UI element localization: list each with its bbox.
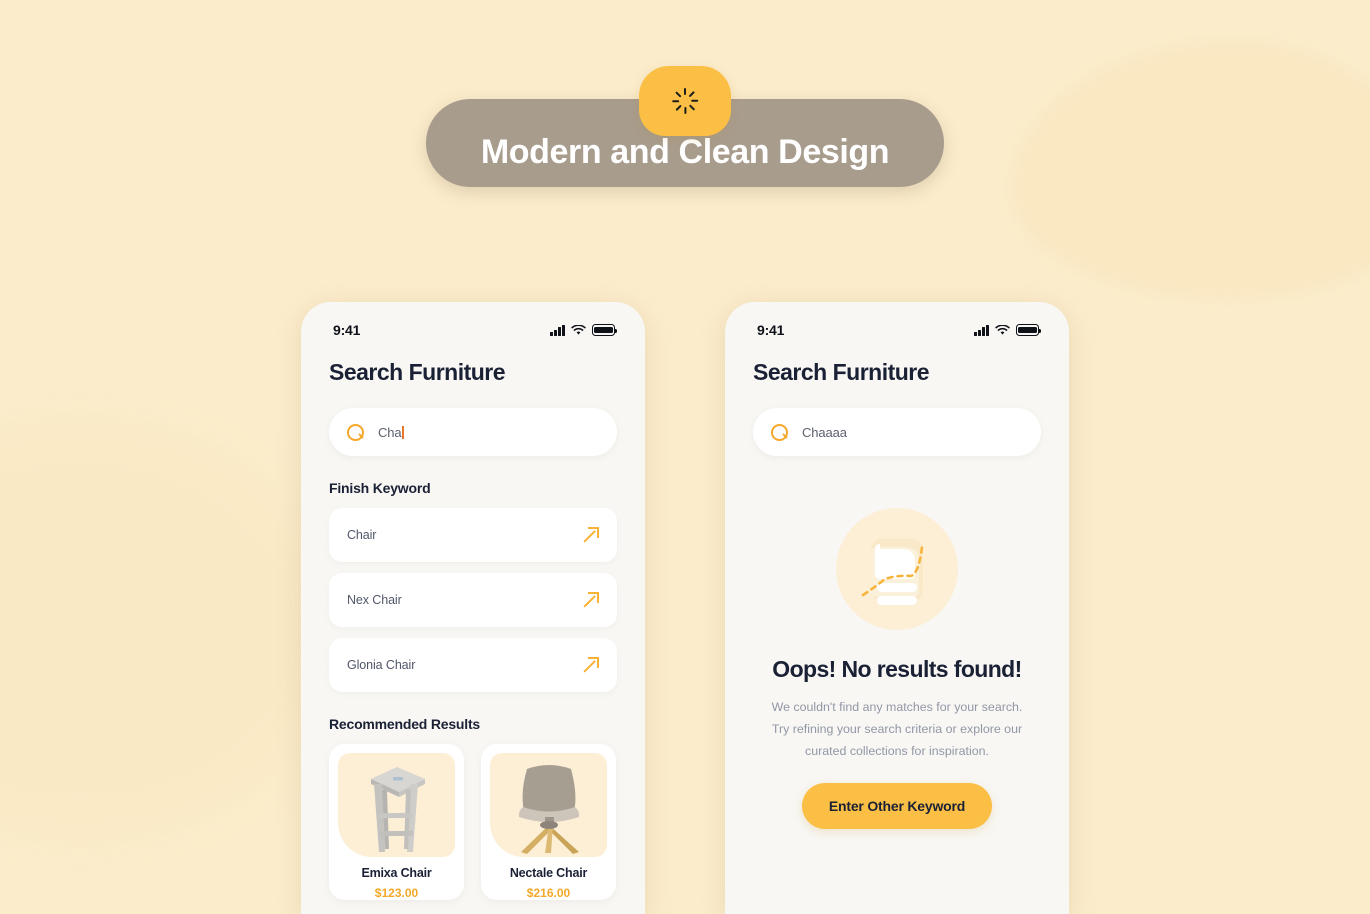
status-time: 9:41 [333, 322, 361, 338]
wifi-icon [571, 324, 586, 335]
product-price: $123.00 [374, 886, 419, 900]
search-icon [347, 423, 364, 441]
battery-full-icon [1016, 324, 1042, 336]
loading-badge [639, 66, 731, 136]
keyword-label: Nex Chair [347, 593, 402, 607]
list-item[interactable]: Chair [329, 508, 617, 562]
list-item[interactable]: Glonia Chair [329, 638, 617, 692]
search-input[interactable]: Chaaaa [753, 408, 1041, 456]
arrow-up-right-icon[interactable] [583, 592, 599, 608]
search-input[interactable]: Cha [329, 408, 617, 456]
keyword-suggestion-list: Chair Nex Chair Glonia Chair [329, 508, 617, 692]
no-results-document-icon [836, 508, 958, 630]
header-banner: Modern and Clean Design [0, 66, 1370, 187]
status-time: 9:41 [757, 322, 785, 338]
arrow-up-right-icon[interactable] [583, 657, 599, 673]
product-card[interactable]: Emixa Chair $123.00 [329, 744, 464, 900]
recommended-results-heading: Recommended Results [329, 716, 481, 732]
arrow-up-right-icon[interactable] [583, 527, 599, 543]
product-name: Emixa Chair [361, 866, 432, 880]
cellular-signal-icon [974, 324, 989, 336]
search-icon [771, 423, 788, 441]
text-cursor [402, 425, 404, 439]
product-grid: Emixa Chair $123.00 Nectale Chair $216.0… [329, 744, 617, 900]
swivel-chair-image [490, 753, 607, 857]
wifi-icon [995, 324, 1010, 335]
product-name: Nectale Chair [509, 866, 588, 880]
keyword-label: Glonia Chair [347, 658, 416, 672]
phone-empty-state: 9:41 Search Furniture Chaaaa Oops! No re… [725, 302, 1069, 914]
status-bar: 9:41 [753, 302, 1042, 348]
loading-spinner-icon [672, 88, 699, 114]
cellular-signal-icon [550, 324, 565, 336]
keyword-label: Chair [347, 528, 377, 542]
search-value: Chaaaa [802, 424, 847, 440]
phone-mockups: 9:41 Search Furniture Cha Finish Keyword… [0, 302, 1370, 914]
bar-stool-image [338, 753, 455, 857]
empty-state-title: Oops! No results found! [772, 656, 1022, 682]
enter-other-keyword-button[interactable]: Enter Other Keyword [801, 783, 993, 830]
empty-state: Oops! No results found! We couldn't find… [753, 508, 1041, 830]
battery-full-icon [592, 324, 618, 336]
page-title: Search Furniture [329, 359, 506, 385]
page-title: Search Furniture [753, 359, 930, 385]
status-bar: 9:41 [329, 302, 618, 348]
phone-search-results: 9:41 Search Furniture Cha Finish Keyword… [301, 302, 645, 914]
empty-state-body: We couldn't find any matches for your se… [771, 700, 1023, 759]
search-value: Cha [378, 424, 402, 440]
list-item[interactable]: Nex Chair [329, 573, 617, 627]
product-price: $216.00 [526, 886, 571, 900]
product-card[interactable]: Nectale Chair $216.00 [481, 744, 616, 900]
finish-keyword-heading: Finish Keyword [329, 480, 431, 496]
